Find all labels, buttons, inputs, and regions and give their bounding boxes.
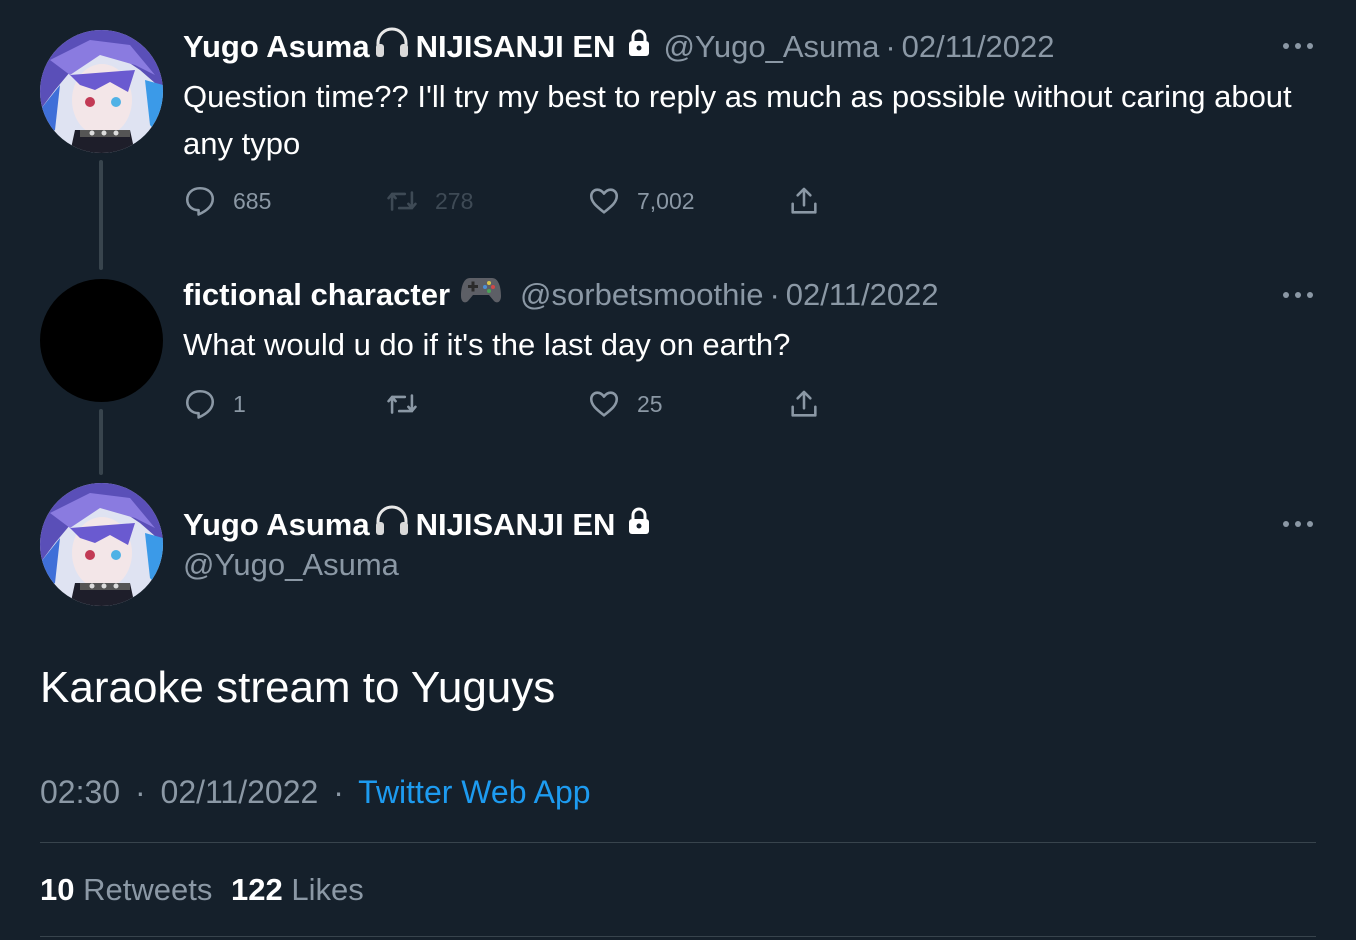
headphones-icon [374,25,410,69]
reply-button[interactable]: 1 [183,384,246,424]
tweet-actions: 685 278 7,002 [183,181,843,221]
author-name[interactable]: fictional character [183,275,450,315]
like-total: 122 [230,872,283,907]
headphones-icon [374,503,410,547]
tweet-text: Question time?? I'll try my best to repl… [183,79,1292,161]
main-tweet-text: Karaoke stream to Yuguys [40,663,556,712]
separator-dot: · [134,774,146,810]
reply-icon [185,389,215,419]
tweet-source-link[interactable]: Twitter Web App [358,774,590,810]
tweet-actions: 1 25 [183,384,843,424]
separator-dot: · [333,774,344,810]
engagement-stats: 10 Retweets 122 Likes [40,868,364,912]
share-button[interactable] [787,384,821,424]
reply-count: 1 [233,390,246,417]
tweet-text: What would u do if it's the last day on … [183,327,791,362]
avatar[interactable] [40,483,163,606]
retweet-total: 10 [40,872,75,907]
likes-stat[interactable]: 122 Likes [231,872,364,907]
avatar[interactable] [40,30,163,153]
heart-icon [589,391,619,417]
like-count: 7,002 [637,187,695,214]
retweet-label: Retweets [83,872,213,907]
tweet-header: Yugo Asuma NIJISANJI EN @Yugo_Asuma · 02… [183,25,1055,69]
share-icon [791,390,817,417]
author-name[interactable]: Yugo Asuma [183,27,370,67]
author-handle[interactable]: @Yugo_Asuma [663,27,879,67]
lock-icon [627,505,651,545]
author-name[interactable]: Yugo Asuma [183,505,370,545]
more-options-icon[interactable] [1280,289,1316,301]
author-affiliation: NIJISANJI EN [415,29,616,64]
tweet-date[interactable]: 02/11/2022 [786,275,939,315]
reply-button[interactable]: 685 [183,181,271,221]
reply-count: 685 [233,187,272,214]
tweet-thread-page: Yugo Asuma NIJISANJI EN @Yugo_Asuma · 02… [0,0,1356,940]
like-button[interactable]: 25 [587,384,663,424]
tweet-date[interactable]: 02/11/2022 [902,27,1055,67]
reply-icon [185,186,215,216]
game-controller-icon [460,274,502,316]
retweet-count: 278 [435,187,474,214]
author-handle[interactable]: @Yugo_Asuma [183,545,399,585]
share-icon [791,187,817,214]
like-label: Likes [291,872,364,907]
tweet-meta: 02:30 · 02/11/2022 · Twitter Web App [40,770,591,814]
avatar[interactable] [40,279,163,402]
retweet-icon [387,191,417,211]
separator-dot: · [769,277,780,312]
tweet-header: fictional character @sorbetsmoothie · 02… [183,274,939,316]
like-button[interactable]: 7,002 [587,181,695,221]
divider [40,842,1316,843]
heart-icon [589,188,619,214]
author-handle[interactable]: @sorbetsmoothie [520,275,763,315]
thread-connector-line [99,409,103,475]
author-affiliation: NIJISANJI EN [415,507,616,542]
more-options-icon[interactable] [1280,40,1316,52]
separator-dot: · [885,29,896,64]
tweet-time[interactable]: 02:30 [40,774,120,810]
tweet-header: Yugo Asuma NIJISANJI EN [183,503,651,547]
retweets-stat[interactable]: 10 Retweets [40,872,221,907]
share-button[interactable] [787,181,821,221]
divider [40,936,1316,937]
like-count: 25 [637,390,663,417]
lock-icon [627,27,651,67]
more-options-icon[interactable] [1280,518,1316,530]
retweet-button: 278 [385,181,473,221]
tweet-date[interactable]: 02/11/2022 [161,774,319,810]
thread-connector-line [99,160,103,270]
retweet-button[interactable] [385,384,419,424]
retweet-icon [387,394,417,414]
